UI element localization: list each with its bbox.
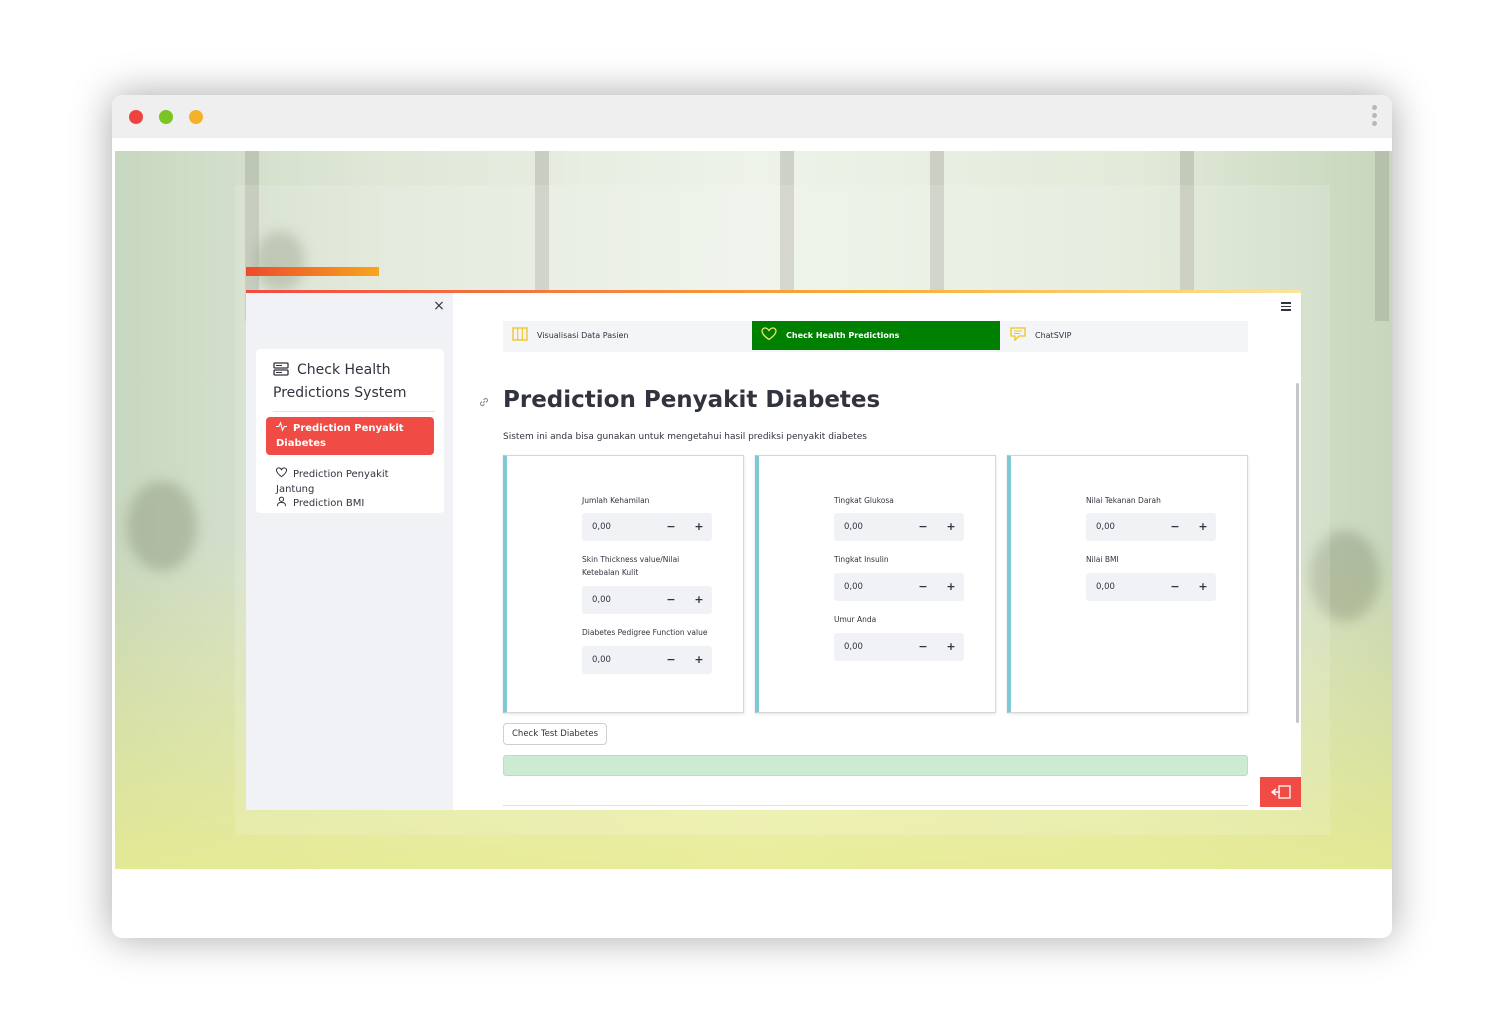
input-column-1: Jumlah Kehamilan 0,00 − + Skin Thickness…	[503, 455, 744, 713]
divider	[503, 805, 1248, 806]
number-input-value[interactable]: 0,00	[592, 586, 611, 614]
activity-icon	[276, 421, 287, 432]
more-options-icon[interactable]	[1370, 105, 1378, 129]
hamburger-menu-icon[interactable]	[1281, 302, 1291, 311]
number-input-umur[interactable]: 0,00 − +	[834, 633, 964, 661]
heart-icon	[276, 467, 287, 478]
increment-button[interactable]: +	[1190, 573, 1216, 601]
decrement-button[interactable]: −	[658, 586, 684, 614]
maximize-window-button[interactable]	[189, 110, 203, 124]
anchor-link-icon[interactable]	[478, 396, 490, 408]
sidebar-item-jantung[interactable]: Prediction Penyakit Jantung	[266, 467, 434, 497]
increment-button[interactable]: +	[938, 633, 964, 661]
tab-visualisasi[interactable]: Visualisasi Data Pasien	[503, 321, 751, 350]
decrement-button[interactable]: −	[1162, 573, 1188, 601]
tab-check-health[interactable]: Check Health Predictions	[752, 321, 1000, 350]
floating-action-button[interactable]	[1260, 777, 1301, 807]
field-label: Tingkat Insulin	[834, 555, 889, 564]
minimize-window-button[interactable]	[159, 110, 173, 124]
top-nav: Visualisasi Data Pasien Check Health Pre…	[503, 321, 1248, 352]
number-input-insulin[interactable]: 0,00 − +	[834, 573, 964, 601]
sidebar-item-label: Prediction Penyakit Diabetes	[276, 423, 404, 449]
main-content: Visualisasi Data Pasien Check Health Pre…	[453, 293, 1301, 810]
decrement-button[interactable]: −	[658, 513, 684, 541]
number-input-bmi[interactable]: 0,00 − +	[1086, 573, 1216, 601]
result-alert	[503, 755, 1248, 776]
decrement-button[interactable]: −	[658, 646, 684, 674]
number-input-value[interactable]: 0,00	[844, 573, 863, 601]
person-icon	[276, 496, 287, 507]
page-viewport: × Check Health Predictions System Predic…	[115, 151, 1392, 869]
columns-icon	[512, 327, 528, 341]
tab-label: Visualisasi Data Pasien	[537, 331, 629, 340]
number-input-value[interactable]: 0,00	[592, 646, 611, 674]
sidebar-item-bmi[interactable]: Prediction BMI	[266, 496, 434, 511]
server-icon	[273, 362, 289, 376]
decrement-button[interactable]: −	[910, 513, 936, 541]
input-column-2: Tingkat Glukosa 0,00 − + Tingkat Insulin…	[755, 455, 996, 713]
accent-bar	[246, 267, 379, 276]
pointing-hand-icon	[1271, 785, 1291, 799]
browser-window: × Check Health Predictions System Predic…	[112, 95, 1392, 938]
number-input-pedigree[interactable]: 0,00 − +	[582, 646, 712, 674]
number-input-skin-thickness[interactable]: 0,00 − +	[582, 586, 712, 614]
field-label: Umur Anda	[834, 615, 877, 624]
number-input-tekanan-darah[interactable]: 0,00 − +	[1086, 513, 1216, 541]
heart-icon	[761, 327, 777, 341]
streamlit-app: × Check Health Predictions System Predic…	[246, 290, 1301, 810]
field-label: Tingkat Glukosa	[834, 496, 894, 505]
input-column-3: Nilai Tekanan Darah 0,00 − + Nilai BMI 0…	[1007, 455, 1248, 713]
field-label: Nilai BMI	[1086, 555, 1119, 564]
number-input-value[interactable]: 0,00	[1096, 513, 1115, 541]
close-window-button[interactable]	[129, 110, 143, 124]
increment-button[interactable]: +	[938, 573, 964, 601]
number-input-glukosa[interactable]: 0,00 − +	[834, 513, 964, 541]
number-input-value[interactable]: 0,00	[1096, 573, 1115, 601]
menu-title: Check Health Predictions System	[273, 359, 435, 412]
field-label: Diabetes Pedigree Function value	[582, 628, 708, 637]
number-input-kehamilan[interactable]: 0,00 − +	[582, 513, 712, 541]
chat-icon	[1010, 327, 1026, 341]
tab-label: ChatSVIP	[1035, 331, 1072, 340]
close-sidebar-button[interactable]: ×	[432, 299, 446, 313]
decrement-button[interactable]: −	[1162, 513, 1188, 541]
sidebar-item-label: Prediction BMI	[293, 498, 365, 509]
increment-button[interactable]: +	[686, 586, 712, 614]
tab-label: Check Health Predictions	[786, 331, 900, 340]
check-test-diabetes-button[interactable]: Check Test Diabetes	[503, 723, 608, 745]
increment-button[interactable]: +	[938, 513, 964, 541]
background-decor	[1375, 151, 1389, 321]
scrollbar[interactable]	[1296, 383, 1299, 723]
number-input-value[interactable]: 0,00	[844, 513, 863, 541]
decrement-button[interactable]: −	[910, 573, 936, 601]
increment-button[interactable]: +	[686, 513, 712, 541]
sidebar: × Check Health Predictions System Predic…	[246, 293, 453, 810]
title-bar	[112, 95, 1392, 138]
option-menu: Check Health Predictions System Predicti…	[256, 349, 444, 513]
page-subtitle: Sistem ini anda bisa gunakan untuk menge…	[503, 432, 867, 442]
menu-title-text: Check Health Predictions System	[273, 362, 407, 401]
field-label: Jumlah Kehamilan	[582, 496, 650, 505]
number-input-value[interactable]: 0,00	[592, 513, 611, 541]
sidebar-item-label: Prediction Penyakit Jantung	[276, 469, 389, 495]
increment-button[interactable]: +	[1190, 513, 1216, 541]
increment-button[interactable]: +	[686, 646, 712, 674]
field-label: Nilai Tekanan Darah	[1086, 496, 1161, 505]
sidebar-item-diabetes[interactable]: Prediction Penyakit Diabetes	[266, 417, 434, 455]
number-input-value[interactable]: 0,00	[844, 633, 863, 661]
field-label: Skin Thickness value/Nilai Ketebalan Kul…	[582, 555, 680, 577]
tab-chatsvip[interactable]: ChatSVIP	[1001, 321, 1249, 350]
background-decor	[127, 481, 197, 571]
decrement-button[interactable]: −	[910, 633, 936, 661]
page-title: Prediction Penyakit Diabetes	[503, 387, 881, 413]
